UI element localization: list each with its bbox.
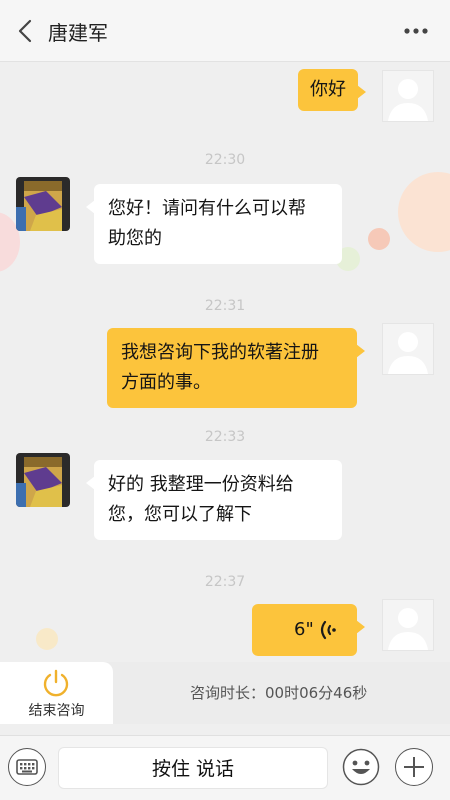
person-icon [388, 332, 428, 374]
power-icon [43, 669, 69, 697]
message-list[interactable]: 你好 22:30 您好！请问有什么可以帮 助您的 22:31 我想咨询下我的软著… [0, 62, 450, 662]
timestamp: 22:33 [204, 429, 246, 445]
keyboard-icon [16, 759, 38, 775]
message-bubble-outgoing[interactable]: 我想咨询下我的软著注册 方面的事。 [107, 328, 365, 408]
agent-avatar-image [16, 177, 70, 231]
message-bubble-outgoing[interactable]: 你好 [298, 69, 366, 111]
keyboard-toggle-button[interactable] [8, 748, 46, 786]
chat-title: 唐建军 [48, 21, 108, 45]
agent-avatar[interactable] [16, 453, 70, 507]
person-icon [388, 608, 428, 650]
message-bubble-incoming[interactable]: 您好！请问有什么可以帮 助您的 [86, 184, 342, 264]
voice-message-bubble[interactable]: 6" [252, 604, 365, 656]
add-attachment-button[interactable] [395, 748, 433, 786]
background-decoration [398, 172, 450, 252]
voice-wave-icon [320, 620, 336, 640]
agent-avatar-image [16, 453, 70, 507]
user-avatar[interactable] [382, 323, 434, 375]
message-bubble-incoming[interactable]: 好的 我整理一份资料给 您，您可以了解下 [86, 460, 342, 540]
consult-duration: 咨询时长：00时06分46秒 [190, 684, 368, 702]
end-consult-button[interactable]: 结束咨询 [0, 662, 113, 724]
hold-to-talk-button[interactable]: 按住 说话 [58, 747, 328, 789]
consult-status-bar: 结束咨询 咨询时长：00时06分46秒 [0, 662, 450, 724]
user-avatar[interactable] [382, 70, 434, 122]
person-icon [388, 79, 428, 121]
more-dots-icon[interactable] [402, 22, 430, 40]
input-bar: 按住 说话 [0, 735, 450, 800]
background-decoration [36, 628, 58, 650]
user-avatar[interactable] [382, 599, 434, 651]
chat-header: 唐建军 [0, 0, 450, 62]
agent-avatar[interactable] [16, 177, 70, 231]
voice-duration: 6" [294, 619, 314, 640]
timestamp: 22:37 [204, 574, 246, 590]
background-decoration [368, 228, 390, 250]
timestamp: 22:30 [204, 152, 246, 168]
emoji-icon[interactable] [342, 748, 380, 786]
end-consult-label: 结束咨询 [28, 703, 85, 719]
timestamp: 22:31 [204, 298, 246, 314]
chevron-left-icon[interactable] [14, 18, 38, 44]
plus-icon [404, 757, 424, 777]
